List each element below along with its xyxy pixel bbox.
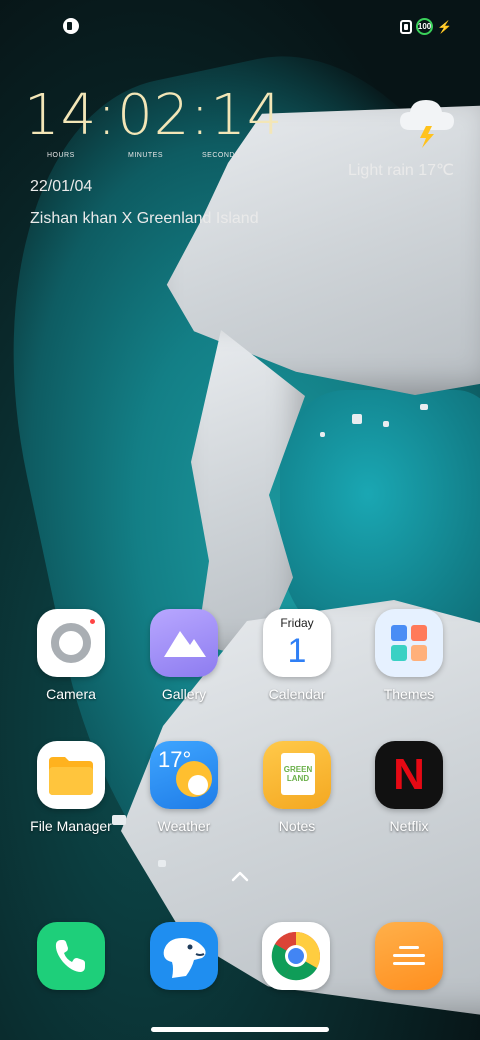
- app-gallery[interactable]: Gallery: [129, 609, 239, 702]
- app-label: File Manager: [30, 818, 112, 834]
- app-label: Calendar: [268, 686, 326, 702]
- app-themes[interactable]: Themes: [354, 609, 464, 702]
- app-weather[interactable]: 17° Weather: [129, 741, 239, 834]
- clock-hours-label: HOURS: [47, 152, 75, 159]
- home-gesture-bar[interactable]: [151, 1027, 329, 1032]
- app-label: Camera: [46, 686, 96, 702]
- cloud-lightning-icon[interactable]: [396, 92, 458, 148]
- wallpaper-floe: [383, 421, 389, 427]
- wallpaper-floe: [320, 432, 325, 437]
- gallery-icon: [150, 609, 218, 677]
- battery-icon: 100: [416, 18, 434, 35]
- wallpaper-floe: [420, 404, 428, 410]
- clock-caption: Zishan khan X Greenland Island: [30, 210, 259, 227]
- netflix-icon: N: [375, 741, 443, 809]
- clock-time: 14:02:14: [24, 83, 284, 148]
- charging-icon: ⚡: [437, 19, 452, 34]
- polar-bear-icon[interactable]: [150, 922, 218, 990]
- app-label: Gallery: [161, 686, 207, 702]
- app-label: Themes: [383, 686, 435, 702]
- app-file-manager[interactable]: File Manager: [16, 741, 126, 834]
- weather-app-icon: 17°: [150, 741, 218, 809]
- weather-summary[interactable]: Light rain 17℃: [348, 160, 454, 180]
- nfc-icon: [400, 19, 413, 34]
- chrome-icon[interactable]: [262, 922, 330, 990]
- wallpaper-floe: [158, 860, 166, 867]
- clock-widget[interactable]: 14:02:14 HOURS MINUTES SECONDS: [24, 83, 284, 160]
- notes-icon-text: GREEN LAND: [283, 765, 313, 783]
- calendar-icon: Friday 1: [263, 609, 331, 677]
- clock-seconds-label: SECONDS: [202, 152, 241, 159]
- folder-icon: [37, 741, 105, 809]
- app-label: Netflix: [389, 818, 429, 834]
- phone-icon[interactable]: [37, 922, 105, 990]
- app-label: Weather: [157, 818, 211, 834]
- status-icons: 100 ⚡: [400, 18, 452, 35]
- clock-minutes-label: MINUTES: [128, 152, 163, 159]
- calendar-date: 1: [287, 632, 307, 670]
- app-label: Notes: [278, 818, 316, 834]
- app-notes[interactable]: GREEN LAND Notes: [242, 741, 352, 834]
- weather-app-temp: 17°: [158, 747, 192, 772]
- notification-app-icon: [63, 18, 79, 34]
- chevron-up-icon[interactable]: [228, 866, 252, 886]
- status-bar: 100 ⚡: [0, 0, 480, 54]
- clock-date: 22/01/04: [30, 178, 93, 195]
- calendar-day: Friday: [280, 616, 314, 630]
- app-netflix[interactable]: N Netflix: [354, 741, 464, 834]
- menu-app-icon[interactable]: [375, 922, 443, 990]
- notes-icon: GREEN LAND: [263, 741, 331, 809]
- app-calendar[interactable]: Friday 1 Calendar: [242, 609, 352, 702]
- app-camera[interactable]: Camera: [16, 609, 126, 702]
- wallpaper-floe: [352, 414, 362, 424]
- camera-icon: [37, 609, 105, 677]
- themes-icon: [375, 609, 443, 677]
- netflix-logo-letter: N: [393, 750, 425, 799]
